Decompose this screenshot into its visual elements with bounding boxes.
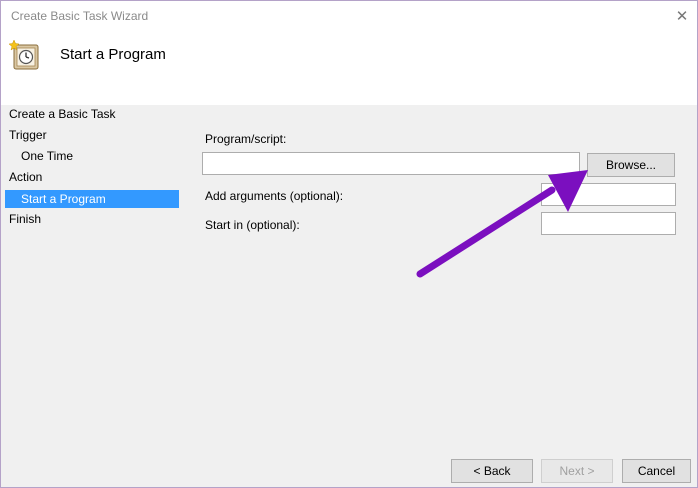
- title-bar: Create Basic Task Wizard ✕: [1, 1, 697, 31]
- add-arguments-label: Add arguments (optional):: [205, 189, 344, 203]
- nav-item-action[interactable]: Action: [5, 168, 179, 186]
- wizard-window: Create Basic Task Wizard ✕ Start a Progr…: [0, 0, 698, 488]
- close-button[interactable]: ✕: [667, 1, 697, 31]
- task-scheduler-icon: [9, 39, 39, 70]
- browse-button[interactable]: Browse...: [587, 153, 675, 177]
- nav-item-create-basic-task[interactable]: Create a Basic Task: [5, 105, 179, 123]
- close-icon: ✕: [675, 8, 689, 25]
- program-script-input[interactable]: [202, 152, 580, 175]
- start-in-input[interactable]: [541, 212, 676, 235]
- back-button[interactable]: < Back: [451, 459, 533, 483]
- nav-item-start-a-program[interactable]: Start a Program: [5, 190, 179, 208]
- nav-item-finish[interactable]: Finish: [5, 210, 179, 228]
- program-script-label: Program/script:: [205, 132, 287, 146]
- wizard-steps-nav: Create a Basic Task Trigger One Time Act…: [1, 105, 187, 285]
- action-form: Program/script: Browse... Add arguments …: [191, 105, 691, 445]
- cancel-button[interactable]: Cancel: [622, 459, 691, 483]
- wizard-header: Start a Program: [1, 31, 697, 105]
- start-in-label: Start in (optional):: [205, 218, 300, 232]
- page-title: Start a Program: [60, 46, 166, 63]
- add-arguments-input[interactable]: [541, 183, 676, 206]
- next-button[interactable]: Next >: [541, 459, 613, 483]
- window-title: Create Basic Task Wizard: [11, 9, 149, 23]
- nav-item-trigger[interactable]: Trigger: [5, 126, 179, 144]
- nav-item-one-time[interactable]: One Time: [5, 147, 179, 165]
